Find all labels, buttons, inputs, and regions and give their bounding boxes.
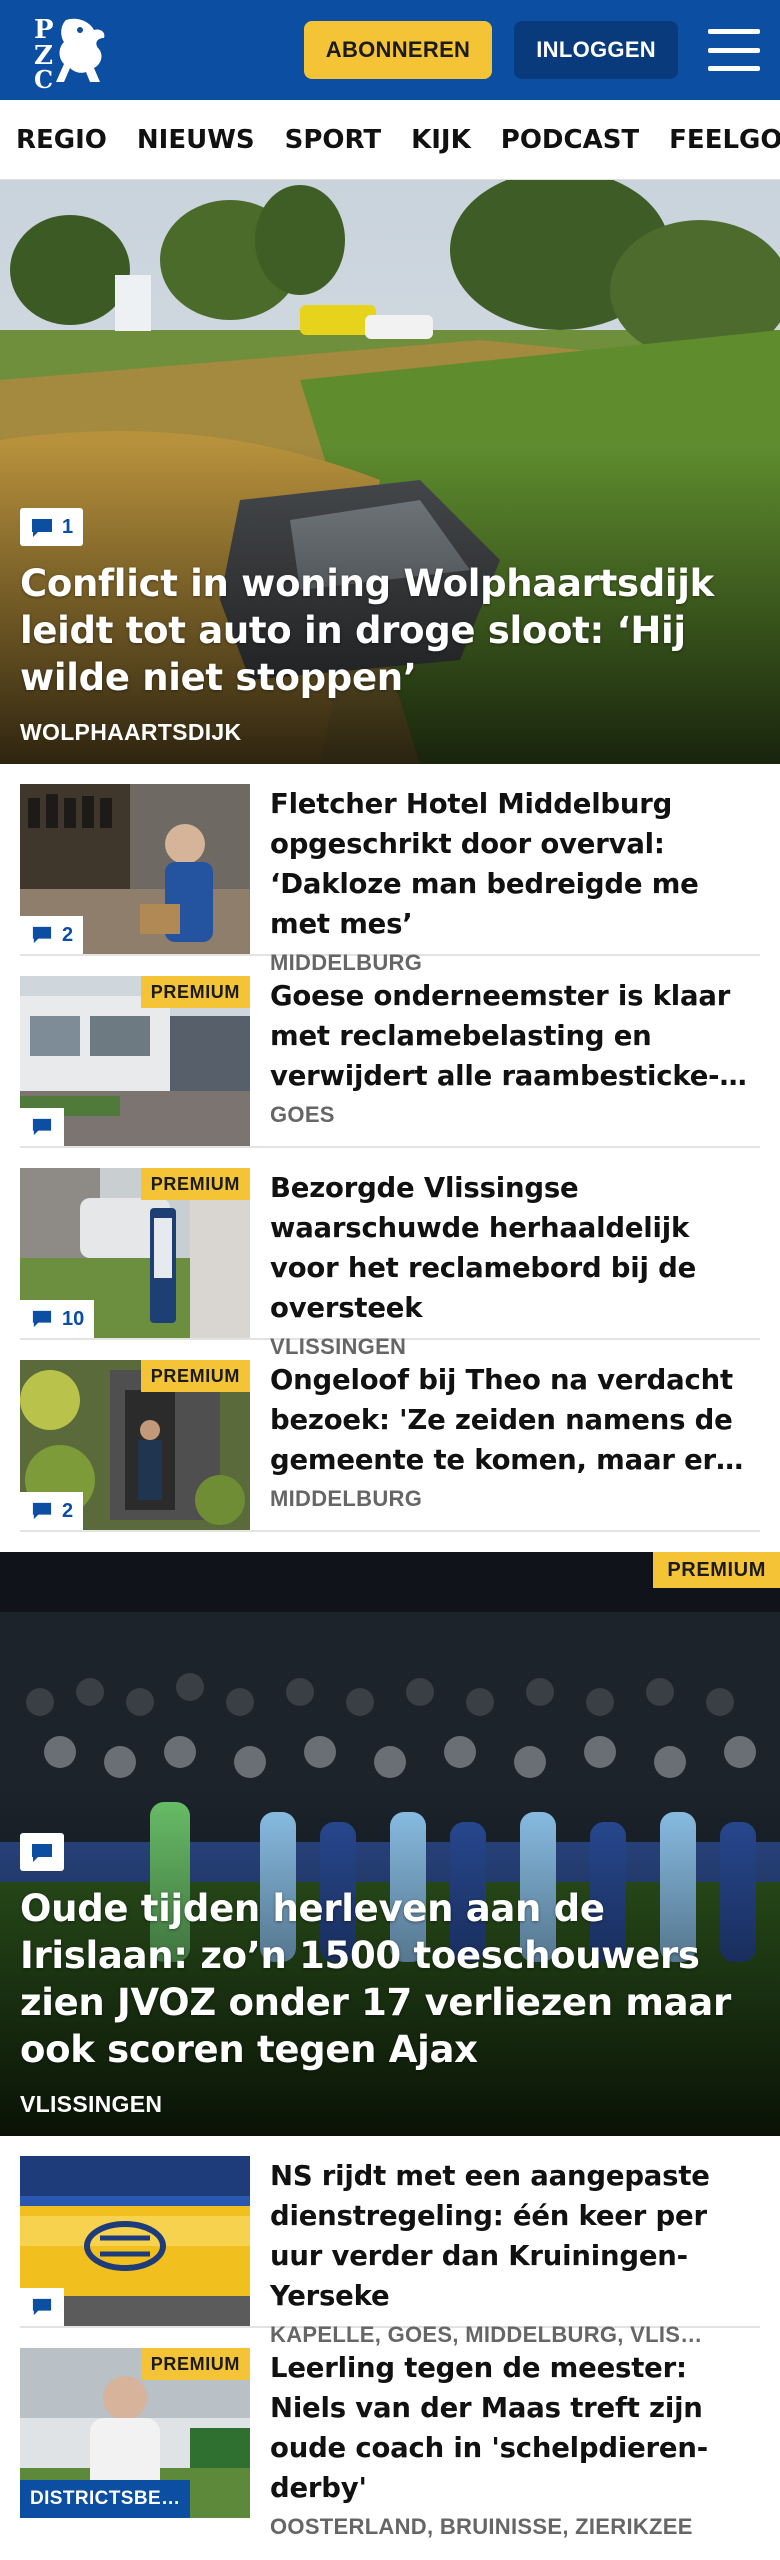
- premium-badge: PREMIUM: [140, 1168, 250, 1200]
- nav-item-kijk[interactable]: KIJK: [411, 125, 471, 155]
- comment-bubble-icon: [30, 2297, 54, 2317]
- article-thumbnail: PREMIUM 10: [20, 1168, 250, 1338]
- nav-item-feelgood[interactable]: FEELGOOD: [669, 125, 780, 155]
- category-nav: REGIO NIEUWS SPORT KIJK PODCAST FEELGOOD…: [0, 100, 780, 180]
- nav-item-nieuws[interactable]: NIEUWS: [137, 125, 255, 155]
- comment-count-chip[interactable]: [20, 1108, 64, 1146]
- svg-text:C: C: [34, 65, 53, 92]
- article-title[interactable]: NS rijdt met een aangepaste dienstregeli…: [270, 2156, 760, 2316]
- article-location: OOSTERLAND, BRUINISSE, ZIERIKZEE: [270, 2514, 693, 2539]
- list-item[interactable]: 2 Fletcher Hotel Middelburg opge­schrikt…: [20, 764, 760, 975]
- comment-count: 2: [62, 923, 74, 946]
- comment-count: 10: [62, 1307, 85, 1330]
- pzc-logo[interactable]: P Z C: [28, 8, 112, 92]
- comment-count-chip[interactable]: [20, 2288, 64, 2326]
- comment-bubble-icon: [30, 1117, 54, 1137]
- article-title[interactable]: Fletcher Hotel Middelburg opge­schrikt d…: [270, 784, 760, 944]
- article-thumbnail: [20, 2156, 250, 2326]
- comment-bubble-icon: [30, 1309, 54, 1329]
- feature-location: VLISSINGEN: [20, 2091, 163, 2117]
- nav-item-regio[interactable]: REGIO: [16, 125, 107, 155]
- subscribe-button[interactable]: ABONNEREN: [303, 21, 493, 79]
- article-location: MIDDELBURG: [270, 1486, 423, 1511]
- comment-bubble-icon: [30, 925, 54, 945]
- nav-item-podcast[interactable]: PODCAST: [501, 125, 639, 155]
- comment-count-chip[interactable]: 2: [20, 916, 84, 954]
- hero-comment-count[interactable]: 1: [20, 508, 84, 546]
- article-location: VLISSINGEN: [270, 1334, 407, 1359]
- article-title[interactable]: Goese onderneemster is klaar met reclame…: [270, 976, 760, 1096]
- site-header: P Z C ABONNEREN INLOGGEN: [0, 0, 780, 100]
- premium-badge: PREMIUM: [140, 976, 250, 1008]
- list-item[interactable]: PREMIUM 2 Ongeloof bij Theo na verdacht …: [20, 1340, 760, 1532]
- feature-comment-chip[interactable]: [20, 1833, 64, 1871]
- district-label: DISTRICTSBE…: [20, 2480, 191, 2518]
- premium-badge: PREMIUM: [140, 2348, 250, 2380]
- hero-article[interactable]: 1 Conflict in woning Wolphaartsdijk leid…: [0, 180, 780, 764]
- hamburger-menu-icon[interactable]: [708, 29, 760, 71]
- article-title[interactable]: Bezorgde Vlissingse waarschuw­de herhaal…: [270, 1168, 760, 1328]
- article-list-2: NS rijdt met een aangepaste dienstregeli…: [0, 2136, 780, 2539]
- article-title[interactable]: Ongeloof bij Theo na verdacht bezoek: 'Z…: [270, 1360, 760, 1480]
- article-thumbnail: PREMIUM 2: [20, 1360, 250, 1530]
- hero-title[interactable]: Conflict in woning Wolphaartsdijk leidt …: [20, 560, 760, 701]
- login-button[interactable]: INLOGGEN: [514, 21, 678, 79]
- comment-count-chip[interactable]: 10: [20, 1300, 95, 1338]
- article-thumbnail: PREMIUM DISTRICTSBE…: [20, 2348, 250, 2518]
- pzc-logo-icon: P Z C: [34, 15, 105, 92]
- comment-count: 1: [62, 515, 74, 538]
- list-item[interactable]: PREMIUM DISTRICTSBE… Leerling tegen de m…: [20, 2328, 760, 2539]
- feature-article[interactable]: PREMIUM Oude tijden herleven aan de Iris…: [0, 1552, 780, 2136]
- premium-badge: PREMIUM: [653, 1552, 780, 1588]
- article-location: MIDDELBURG: [270, 950, 423, 975]
- comment-bubble-icon: [30, 1501, 54, 1521]
- article-list: 2 Fletcher Hotel Middelburg opge­schrikt…: [0, 764, 780, 1532]
- comment-bubble-icon: [30, 1842, 54, 1862]
- comment-count: 2: [62, 1499, 74, 1522]
- article-location: GOES: [270, 1102, 335, 1127]
- list-item[interactable]: PREMIUM Goese onderneemster is klaar met…: [20, 956, 760, 1148]
- hero-location: WOLPHAARTSDIJK: [20, 719, 242, 745]
- article-title[interactable]: Leerling tegen de meester: Niels van der…: [270, 2348, 760, 2508]
- feature-title[interactable]: Oude tijden herleven aan de Irislaan: zo…: [20, 1885, 760, 2073]
- article-thumbnail: PREMIUM: [20, 976, 250, 1146]
- comment-bubble-icon: [30, 517, 54, 537]
- list-item[interactable]: NS rijdt met een aangepaste dienstregeli…: [20, 2136, 760, 2347]
- premium-badge: PREMIUM: [140, 1360, 250, 1392]
- nav-item-sport[interactable]: SPORT: [285, 125, 381, 155]
- list-item[interactable]: PREMIUM 10 Bezorgde Vlissingse waarschuw…: [20, 1148, 760, 1359]
- comment-count-chip[interactable]: 2: [20, 1492, 84, 1530]
- article-thumbnail: 2: [20, 784, 250, 954]
- article-location: KAPELLE, GOES, MIDDELBURG, VLIS…: [270, 2322, 703, 2347]
